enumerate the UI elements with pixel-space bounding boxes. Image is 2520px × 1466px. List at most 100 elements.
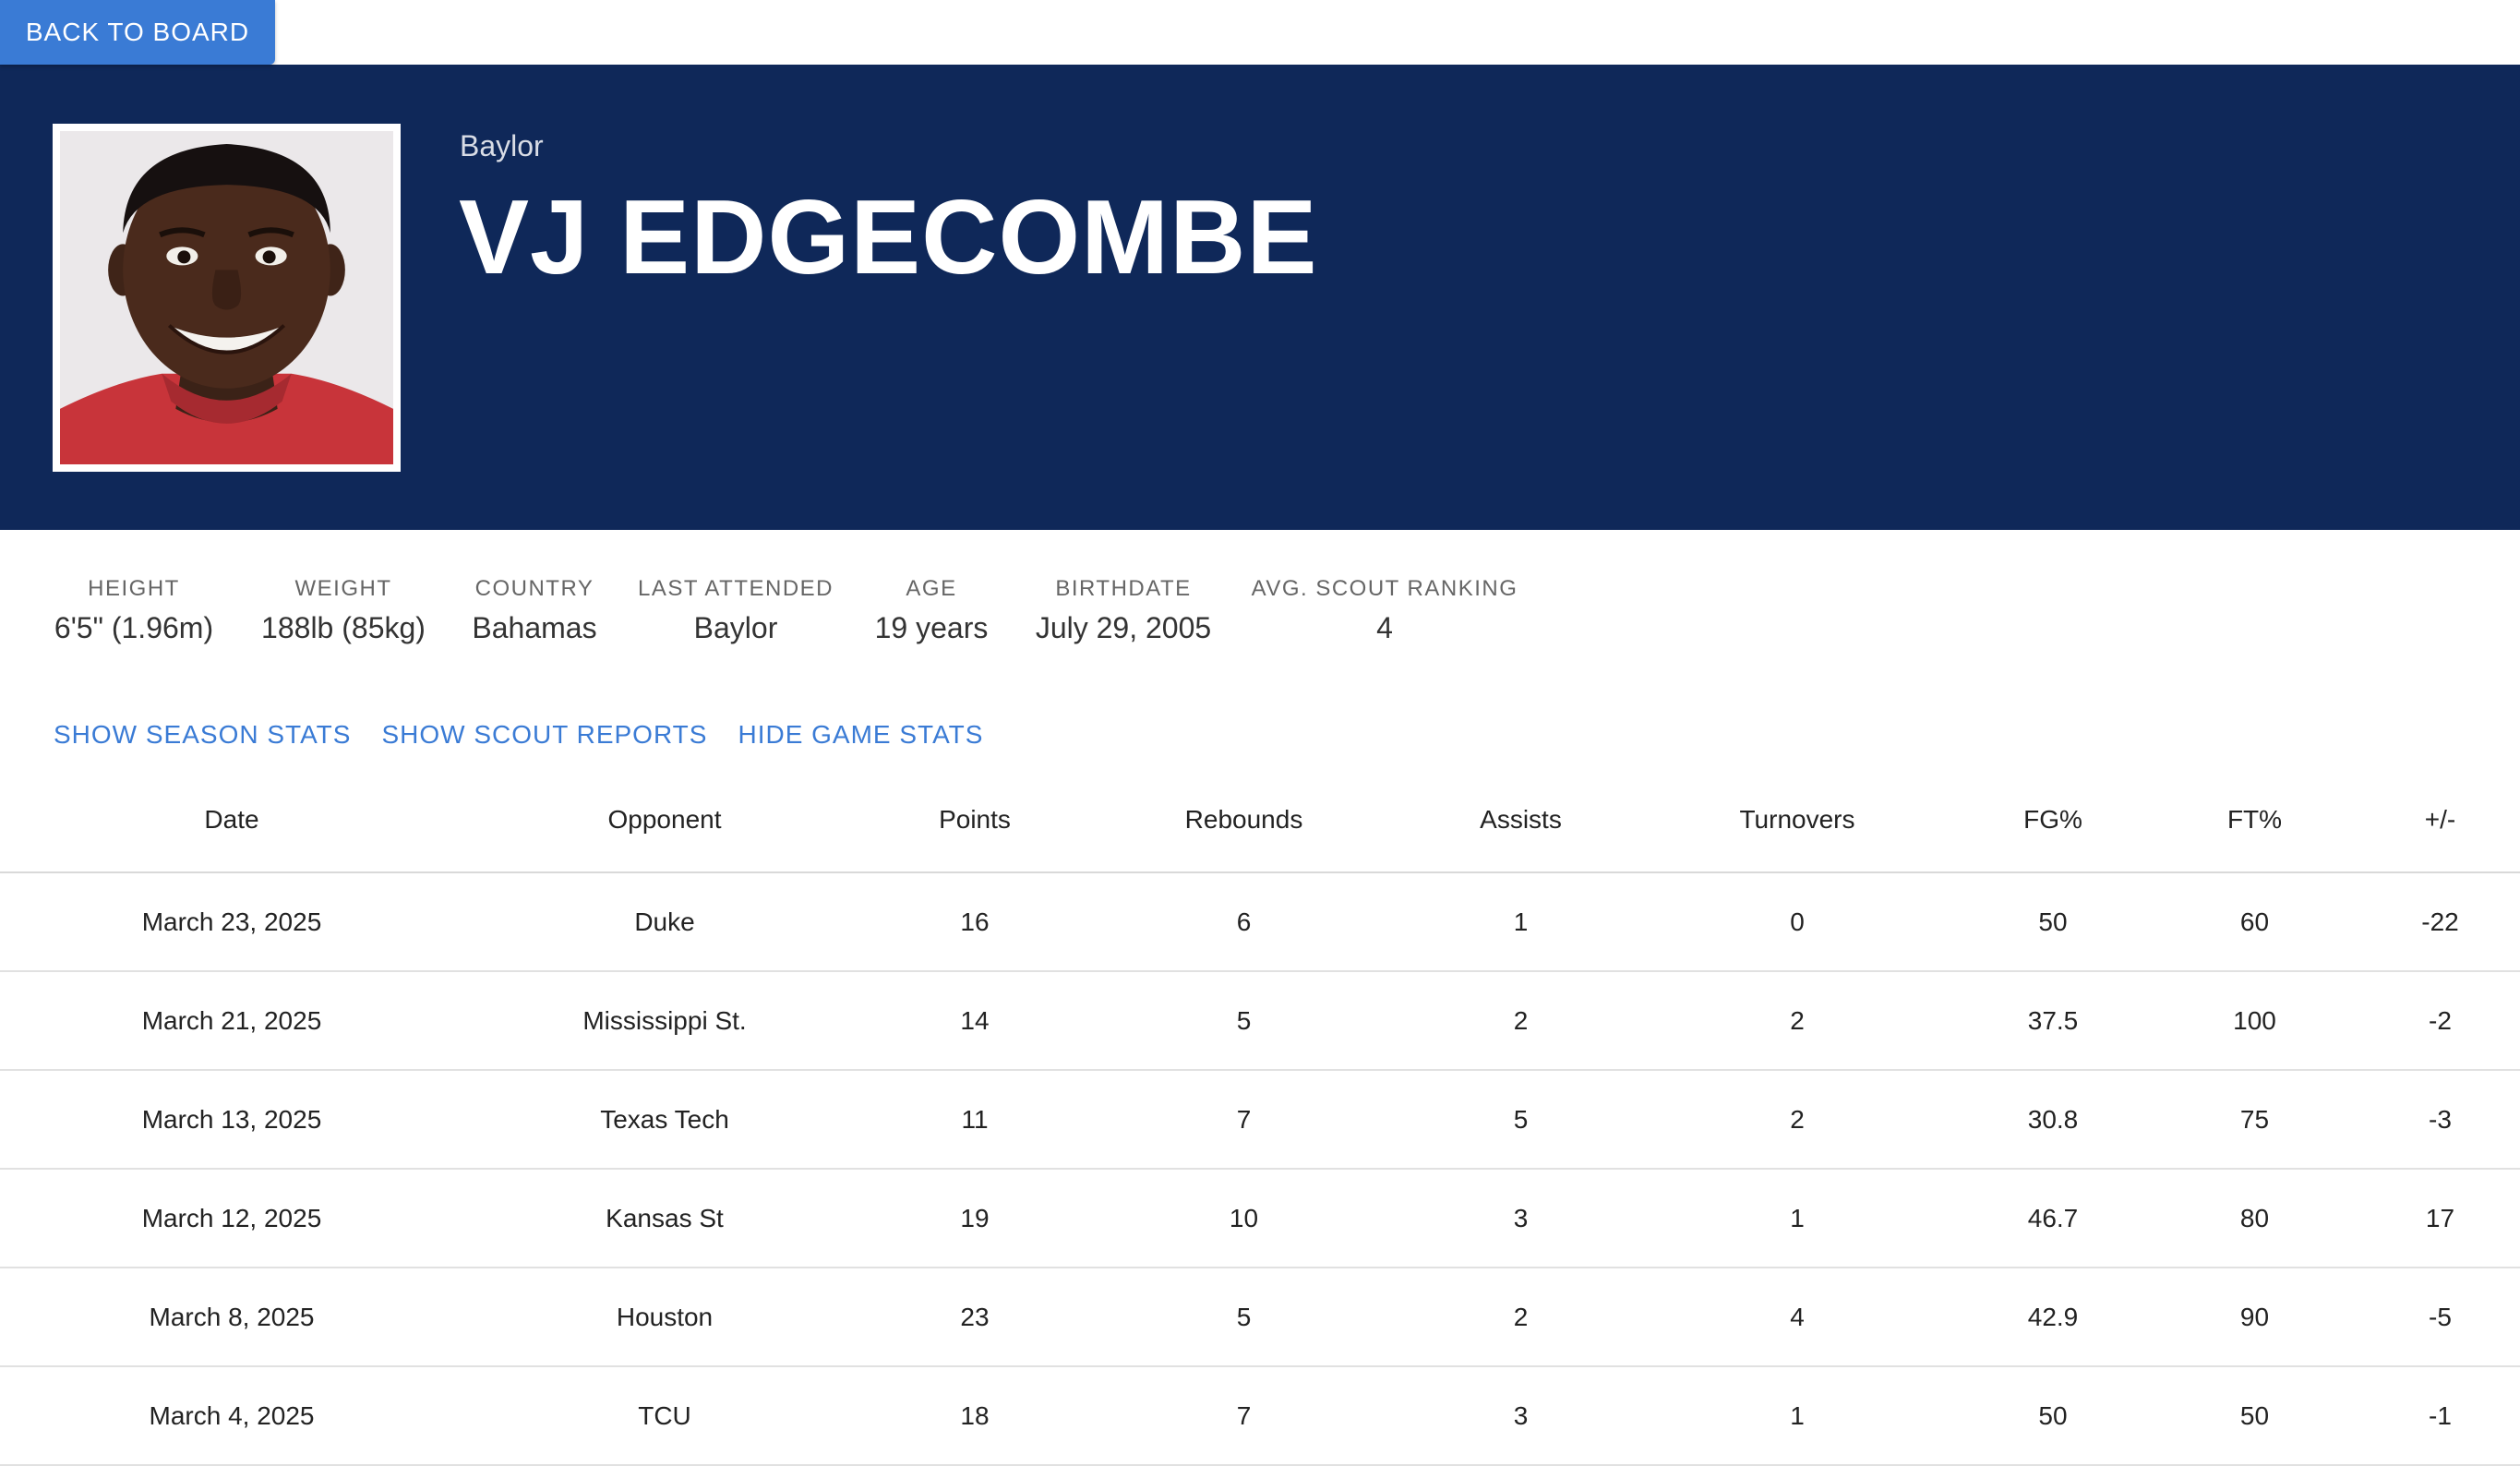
table-cell-plus-minus: 17 [2360, 1169, 2520, 1268]
table-body: March 23, 2025 Duke 16 6 1 0 50 60 -22 March 21, … [0, 872, 2520, 1466]
table-cell-points: 16 [866, 872, 1084, 972]
table-row: March 13, 2025 Texas Tech 11 7 5 2 30.8 75 -3 [0, 1070, 2520, 1170]
bio-country: COUNTRY Bahamas [472, 576, 596, 645]
table-cell-fg-pct: 46.7 [1957, 1169, 2149, 1268]
table-row: March 8, 2025 Houston 23 5 2 4 42.9 90 -5 [0, 1268, 2520, 1367]
stats-toggle-links: SHOW SEASON STATS SHOW SCOUT REPORTS HID… [54, 716, 983, 753]
bio-value: 19 years [874, 611, 989, 644]
table-cell-turnovers: 1 [1638, 1169, 1957, 1268]
table-cell-assists: 3 [1404, 1169, 1638, 1268]
hide-game-stats-button[interactable]: HIDE GAME STATS [738, 716, 983, 753]
column-header-date: Date [0, 768, 463, 873]
table-cell-fg-pct: 50 [1957, 1366, 2149, 1466]
show-scout-reports-button[interactable]: SHOW SCOUT REPORTS [381, 716, 707, 753]
table-cell-fg-pct: 50 [1957, 872, 2149, 972]
table-cell-ft-pct: 50 [2149, 1366, 2360, 1466]
bio-label: WEIGHT [294, 576, 392, 601]
table-cell-points: 19 [866, 1169, 1084, 1268]
table-cell-opponent: Houston [463, 1268, 866, 1367]
column-header-points: Points [866, 768, 1084, 873]
table-cell-turnovers: 4 [1638, 1268, 1957, 1367]
table-cell-turnovers: 2 [1638, 1070, 1957, 1170]
bio-last-attended: LAST ATTENDED Baylor [638, 576, 834, 645]
table-cell-date: March 21, 2025 [0, 971, 463, 1071]
table-cell-rebounds: 7 [1084, 1366, 1404, 1466]
bio-birthdate: BIRTHDATE July 29, 2005 [1036, 576, 1211, 645]
bio-label: LAST ATTENDED [638, 576, 834, 601]
table-header-row: Date Opponent Points Rebounds Assists Turnove… [0, 768, 2520, 873]
table-cell-plus-minus: -1 [2360, 1366, 2520, 1466]
table-cell-ft-pct: 100 [2149, 971, 2360, 1071]
table-cell-plus-minus: -3 [2360, 1070, 2520, 1170]
column-header-turnovers: Turnovers [1638, 768, 1957, 873]
bio-value: July 29, 2005 [1035, 611, 1212, 644]
table-cell-assists: 1 [1404, 872, 1638, 972]
table-cell-opponent: TCU [463, 1366, 866, 1466]
show-season-stats-button[interactable]: SHOW SEASON STATS [54, 716, 351, 753]
table-cell-opponent: Texas Tech [463, 1070, 866, 1170]
table-cell-opponent: Kansas St [463, 1169, 866, 1268]
bio-label: AGE [906, 576, 957, 601]
bio-avg-scout-ranking: AVG. SCOUT RANKING 4 [1252, 576, 1518, 645]
table-row: March 12, 2025 Kansas St 19 10 3 1 46.7 80 17 [0, 1169, 2520, 1268]
table-cell-rebounds: 5 [1084, 971, 1404, 1071]
column-header-opponent: Opponent [463, 768, 866, 873]
table-cell-plus-minus: -22 [2360, 872, 2520, 972]
table-cell-assists: 5 [1404, 1070, 1638, 1170]
bio-age: AGE 19 years [875, 576, 989, 645]
bio-label: BIRTHDATE [1055, 576, 1192, 601]
table-cell-assists: 2 [1404, 971, 1638, 1071]
column-header-plus-minus: +/- [2360, 768, 2520, 873]
bio-weight: WEIGHT 188lb (85kg) [261, 576, 426, 645]
table-cell-ft-pct: 75 [2149, 1070, 2360, 1170]
bio-label: HEIGHT [88, 576, 180, 601]
player-school: Baylor [460, 129, 544, 162]
bio-height: HEIGHT 6'5" (1.96m) [54, 576, 213, 645]
headshot-illustration [60, 131, 393, 464]
table-cell-opponent: Mississippi St. [463, 971, 866, 1071]
player-name: VJ EDGECOMBE [459, 179, 1318, 296]
column-header-rebounds: Rebounds [1084, 768, 1404, 873]
table-cell-rebounds: 6 [1084, 872, 1404, 972]
table-row: March 21, 2025 Mississippi St. 14 5 2 2 37.5 10… [0, 971, 2520, 1071]
player-photo [53, 124, 401, 472]
table-cell-ft-pct: 60 [2149, 872, 2360, 972]
game-stats-table: Date Opponent Points Rebounds Assists Turnove… [0, 768, 2520, 1466]
table-cell-fg-pct: 42.9 [1957, 1268, 2149, 1367]
player-headshot-icon [60, 131, 393, 464]
table-cell-plus-minus: -2 [2360, 971, 2520, 1071]
bio-label: COUNTRY [474, 576, 594, 601]
bio-label: AVG. SCOUT RANKING [1251, 576, 1518, 601]
table-cell-points: 14 [866, 971, 1084, 1071]
player-header-banner: Baylor VJ EDGECOMBE [0, 65, 2520, 530]
table-cell-date: March 23, 2025 [0, 872, 463, 972]
table-cell-opponent: Duke [463, 872, 866, 972]
table-cell-date: March 13, 2025 [0, 1070, 463, 1170]
table-cell-assists: 3 [1404, 1366, 1638, 1466]
table-cell-plus-minus: -5 [2360, 1268, 2520, 1367]
table-row: March 4, 2025 TCU 18 7 3 1 50 50 -1 [0, 1366, 2520, 1466]
table-cell-rebounds: 5 [1084, 1268, 1404, 1367]
table-cell-fg-pct: 30.8 [1957, 1070, 2149, 1170]
column-header-fg-pct: FG% [1957, 768, 2149, 873]
table-cell-points: 18 [866, 1366, 1084, 1466]
table-cell-turnovers: 2 [1638, 971, 1957, 1071]
table-cell-date: March 8, 2025 [0, 1268, 463, 1367]
table-cell-fg-pct: 37.5 [1957, 971, 2149, 1071]
column-header-assists: Assists [1404, 768, 1638, 873]
table-cell-ft-pct: 80 [2149, 1169, 2360, 1268]
bio-value: 6'5" (1.96m) [54, 611, 214, 644]
table-cell-turnovers: 1 [1638, 1366, 1957, 1466]
back-to-board-button[interactable]: BACK TO BOARD [0, 0, 275, 65]
table-row: March 23, 2025 Duke 16 6 1 0 50 60 -22 [0, 872, 2520, 972]
table-cell-rebounds: 7 [1084, 1070, 1404, 1170]
column-header-ft-pct: FT% [2149, 768, 2360, 873]
table-cell-points: 23 [866, 1268, 1084, 1367]
bio-value: 188lb (85kg) [261, 611, 426, 644]
table-cell-date: March 4, 2025 [0, 1366, 463, 1466]
table-cell-assists: 2 [1404, 1268, 1638, 1367]
table-cell-points: 11 [866, 1070, 1084, 1170]
table-cell-ft-pct: 90 [2149, 1268, 2360, 1367]
table-cell-date: March 12, 2025 [0, 1169, 463, 1268]
bio-value: 4 [1376, 611, 1393, 644]
